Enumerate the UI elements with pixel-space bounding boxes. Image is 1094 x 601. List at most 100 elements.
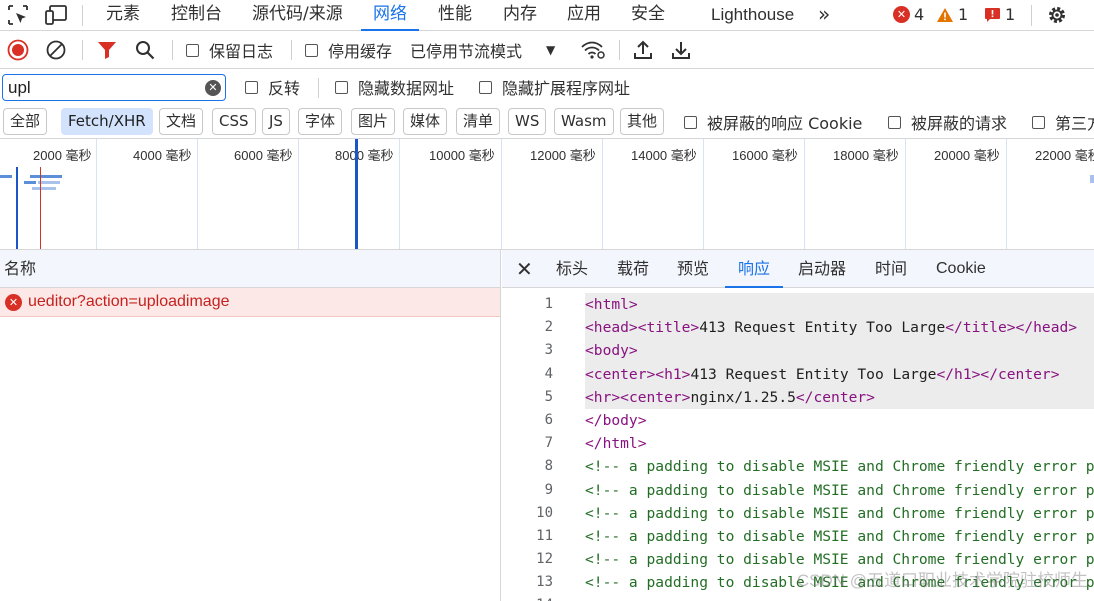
domcontentloaded-marker [16, 167, 18, 249]
chip-font[interactable]: 字体 [298, 108, 343, 135]
line-source: <!-- a padding to disable MSIE and Chrom… [585, 527, 1094, 545]
search-button[interactable] [134, 38, 156, 62]
chip-ws[interactable]: WS [508, 108, 547, 135]
chip-all[interactable]: 全部 [3, 108, 48, 135]
third-party-checkbox[interactable]: 第三方 [1032, 110, 1094, 134]
chip-other[interactable]: 其他 [620, 108, 665, 135]
chip-css[interactable]: CSS [212, 108, 256, 135]
tick-label: 14000 毫秒 [631, 148, 697, 163]
filter-button[interactable] [96, 38, 118, 62]
tab-preview[interactable]: 预览 [677, 250, 709, 288]
overview-request-bar [1090, 175, 1094, 183]
blocked-cookies-checkbox[interactable]: 被屏蔽的响应 Cookie [684, 110, 862, 134]
export-har-button[interactable] [670, 38, 692, 62]
checkbox[interactable] [186, 43, 199, 57]
tab-headers[interactable]: 标头 [556, 250, 588, 288]
checkbox[interactable] [245, 80, 258, 94]
tab-cookies[interactable]: Cookie [936, 250, 986, 288]
line-number: 2 [544, 319, 553, 336]
line-number: 9 [544, 481, 553, 498]
filter-input[interactable] [8, 77, 198, 99]
preserve-log-checkbox[interactable]: 保留日志 [186, 38, 273, 62]
more-tabs-button[interactable]: » [818, 0, 830, 31]
checkbox[interactable] [684, 115, 697, 129]
tab-lighthouse[interactable]: Lighthouse [711, 0, 794, 31]
tab-sources[interactable]: 源代码/来源 [252, 0, 343, 31]
chip-wasm[interactable]: Wasm [554, 108, 614, 135]
response-source-viewer[interactable]: 1 <html> 2 <head><title>413 Request Entity … [502, 293, 1094, 601]
checkbox[interactable] [479, 80, 492, 94]
network-conditions-button[interactable] [580, 38, 606, 62]
chip-image[interactable]: 图片 [351, 108, 396, 135]
checkbox[interactable] [1032, 115, 1045, 129]
tab-elements[interactable]: 元素 [106, 0, 140, 31]
divider [82, 5, 83, 26]
tab-network[interactable]: 网络 [361, 0, 419, 31]
code-line: 7 </html> [502, 432, 1094, 455]
request-row[interactable]: ✕ ueditor?action=uploadimage [0, 288, 500, 317]
line-number: 6 [544, 411, 553, 428]
checkbox[interactable] [888, 115, 901, 129]
tab-payload[interactable]: 载荷 [617, 250, 649, 288]
tick-label: 4000 毫秒 [133, 148, 192, 163]
divider [291, 40, 292, 60]
tick-label: 10000 毫秒 [429, 148, 495, 163]
checkbox[interactable] [335, 80, 348, 94]
line-number: 7 [544, 435, 553, 452]
error-count-badge[interactable]: ✕ 4 [893, 5, 924, 24]
request-details-panel: ✕ 标头 载荷 预览 响应 启动器 时间 Cookie 1 <html> 2 <hea… [502, 250, 1094, 601]
divider [172, 40, 173, 60]
grid-line [804, 139, 805, 249]
line-source: </body> [585, 411, 647, 429]
settings-gear-icon[interactable] [1045, 4, 1069, 26]
tick-label: 2000 毫秒 [33, 148, 92, 163]
chip-manifest[interactable]: 清单 [456, 108, 501, 135]
hide-data-urls-checkbox[interactable]: 隐藏数据网址 [335, 75, 454, 99]
chip-fetch-xhr[interactable]: Fetch/XHR [61, 108, 153, 135]
filter-input-box[interactable]: ✕ [2, 74, 226, 101]
clear-filter-icon[interactable]: ✕ [205, 80, 221, 96]
tab-console[interactable]: 控制台 [171, 0, 222, 31]
chip-media[interactable]: 媒体 [403, 108, 448, 135]
load-event-marker [40, 167, 41, 249]
inspect-element-icon[interactable] [6, 4, 30, 26]
line-number: 5 [544, 388, 553, 405]
request-name: ueditor?action=uploadimage [28, 293, 230, 310]
tab-timing[interactable]: 时间 [875, 250, 907, 288]
throttling-select[interactable]: 已停用节流模式 ▼ [410, 38, 555, 62]
tab-response[interactable]: 响应 [725, 250, 784, 288]
overview-request-bar [24, 181, 36, 184]
network-overview-timeline[interactable]: 2000 毫秒 4000 毫秒 6000 毫秒 8000 毫秒 10000 毫秒… [0, 139, 1094, 250]
code-line: 2 <head><title>413 Request Entity Too Lar… [502, 316, 1094, 340]
tab-initiator[interactable]: 启动器 [798, 250, 846, 288]
tick-label: 22000 毫秒 [1035, 148, 1094, 163]
line-source: <center><h1>413 Request Entity Too Large… [585, 362, 1094, 386]
clear-button[interactable] [45, 38, 67, 62]
current-time-marker [355, 139, 358, 249]
grid-line [703, 139, 704, 249]
device-toolbar-icon[interactable] [44, 4, 68, 26]
chip-js[interactable]: JS [262, 108, 290, 135]
tab-application[interactable]: 应用 [567, 0, 601, 31]
disable-cache-checkbox[interactable]: 停用缓存 [305, 38, 392, 62]
invert-checkbox[interactable]: 反转 [245, 75, 300, 99]
chip-document[interactable]: 文档 [159, 108, 204, 135]
warning-count-badge[interactable]: 1 [936, 5, 968, 24]
hide-extension-urls-checkbox[interactable]: 隐藏扩展程序网址 [479, 75, 630, 99]
blocked-requests-checkbox[interactable]: 被屏蔽的请求 [888, 110, 1007, 134]
grid-line [501, 139, 502, 249]
tab-memory[interactable]: 内存 [503, 0, 537, 31]
grid-line [96, 139, 97, 249]
stop-recording-button[interactable] [7, 38, 29, 62]
close-icon[interactable]: ✕ [516, 259, 533, 279]
issues-count-badge[interactable]: 1 [984, 5, 1015, 24]
tab-security[interactable]: 安全 [631, 0, 665, 31]
line-source: <body> [585, 339, 1094, 363]
import-har-button[interactable] [632, 38, 654, 62]
tab-performance[interactable]: 性能 [438, 0, 472, 31]
line-number: 4 [544, 365, 553, 382]
checkbox[interactable] [305, 43, 318, 57]
code-line: 1 <html> [502, 293, 1094, 317]
column-header-name[interactable]: 名称 [0, 250, 500, 288]
code-line: 8 <!-- a padding to disable MSIE and Chro… [502, 455, 1094, 478]
